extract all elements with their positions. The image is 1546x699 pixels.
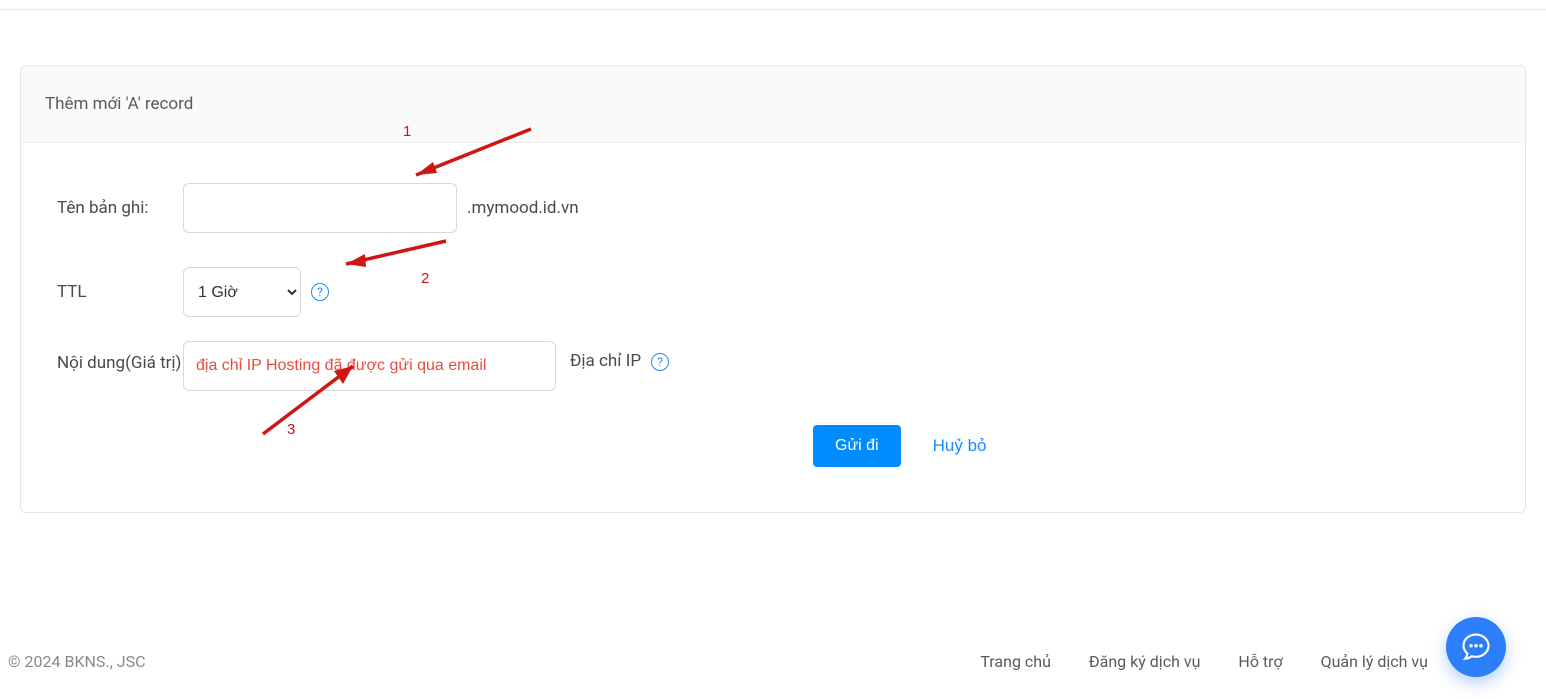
footer-copyright: © 2024 BKNS., JSC [8,652,145,671]
record-name-input[interactable] [183,183,457,233]
row-name: Tên bản ghi: .mymood.id.vn [57,183,1489,233]
ttl-select[interactable]: 1 Giờ [183,267,301,317]
card-title: Thêm mới 'A' record [21,66,1525,143]
page-container: Thêm mới 'A' record 1 2 3 Tên bản ghi: [0,10,1546,513]
help-icon[interactable]: ? [311,283,329,301]
record-name-label: Tên bản ghi: [57,198,183,218]
chat-bubble-button[interactable] [1446,617,1506,677]
footer-link-home[interactable]: Trang chủ [980,652,1051,671]
submit-button[interactable]: Gửi đi [813,425,901,467]
card-body: 1 2 3 Tên bản ghi: .mymood.id.vn [21,143,1525,512]
footer-link-support[interactable]: Hỗ trợ [1238,652,1282,671]
form-actions: Gửi đi Huỷ bỏ [813,425,1489,467]
footer-link-manage[interactable]: Quản lý dịch vụ [1321,652,1428,671]
top-divider [0,0,1546,10]
row-ttl: TTL 1 Giờ ? [57,267,1489,317]
add-record-card: Thêm mới 'A' record 1 2 3 Tên bản ghi: [20,65,1526,513]
help-icon[interactable]: ? [651,353,669,371]
ttl-label: TTL [57,282,183,302]
footer-link-register[interactable]: Đăng ký dịch vụ [1089,652,1201,671]
chat-icon [1461,632,1491,662]
ip-address-label: Địa chỉ IP [570,351,641,371]
footer: © 2024 BKNS., JSC Trang chủ Đăng ký dịch… [8,652,1538,671]
domain-suffix: .mymood.id.vn [467,198,579,218]
annotation-number-1: 1 [403,123,411,140]
content-input[interactable] [183,341,556,391]
cancel-button[interactable]: Huỷ bỏ [933,436,987,456]
row-content: Nội dung(Giá trị) Địa chỉ IP ? [57,351,1489,391]
annotation-number-2: 2 [421,270,429,287]
annotation-number-3: 3 [287,421,295,438]
content-label: Nội dung(Giá trị) [57,351,183,376]
